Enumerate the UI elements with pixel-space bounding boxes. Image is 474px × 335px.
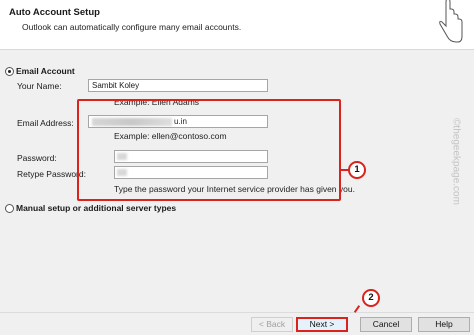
watermark-text: ©thegeekpage.com	[450, 118, 462, 205]
your-name-input[interactable]: Sambit Koley	[88, 79, 268, 92]
retype-password-label: Retype Password:	[17, 169, 86, 179]
password-label: Password:	[17, 153, 57, 163]
step-badge-1: 1	[348, 161, 366, 179]
back-button[interactable]: < Back	[251, 317, 293, 332]
dialog-header: Auto Account Setup Outlook can automatic…	[0, 0, 474, 50]
your-name-label: Your Name:	[17, 81, 62, 91]
dialog-title: Auto Account Setup	[9, 7, 100, 18]
email-address-label: Email Address:	[17, 118, 74, 128]
hand-cursor-icon	[439, 0, 463, 43]
next-button[interactable]: Next >	[296, 317, 348, 332]
watermark: ©thegeekpage.com	[441, 104, 462, 224]
manual-setup-label: Manual setup or additional server types	[16, 203, 177, 213]
manual-setup-radio[interactable]	[5, 204, 14, 213]
help-button[interactable]: Help	[418, 317, 470, 332]
dialog-subtitle: Outlook can automatically configure many…	[22, 22, 242, 32]
email-account-radio[interactable]	[5, 67, 14, 76]
step-badge-2: 2	[362, 289, 380, 307]
email-account-label: Email Account	[16, 66, 75, 76]
highlight-box	[77, 99, 341, 201]
cancel-button[interactable]: Cancel	[360, 317, 412, 332]
